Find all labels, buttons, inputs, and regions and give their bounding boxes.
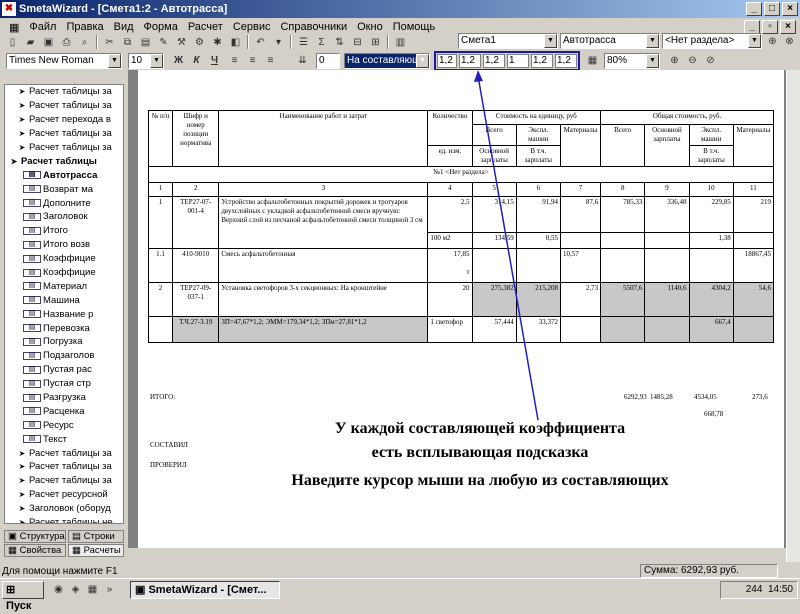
quicklaunch-desktop-icon[interactable]: ▦: [84, 582, 101, 597]
start-button[interactable]: ⊞ Пуск: [2, 580, 44, 612]
arrow-line: [477, 75, 539, 421]
app-task-icon: ▣: [135, 584, 149, 596]
quicklaunch-outlook-icon[interactable]: ◈: [67, 582, 84, 597]
status-sum: Сумма: 6292,93 руб.: [640, 564, 778, 578]
pointer-arrow: [474, 70, 539, 421]
status-help: Для помощи нажмите F1: [2, 565, 118, 577]
taskbar: ⊞ Пуск ◉ ◈ ▦ »: [0, 578, 800, 612]
system-tray: 244 14:50: [720, 581, 798, 599]
arrow-head: [474, 70, 483, 82]
tray-lang[interactable]: 244: [746, 584, 763, 595]
quicklaunch-ie-icon[interactable]: ◉: [50, 582, 67, 597]
clock: 14:50: [767, 584, 793, 595]
quicklaunch-more-icon[interactable]: »: [101, 582, 118, 597]
taskbar-app-button[interactable]: ▣ SmetaWizard - [Смет...: [130, 581, 280, 599]
windows-logo-icon: ⊞: [6, 583, 16, 596]
